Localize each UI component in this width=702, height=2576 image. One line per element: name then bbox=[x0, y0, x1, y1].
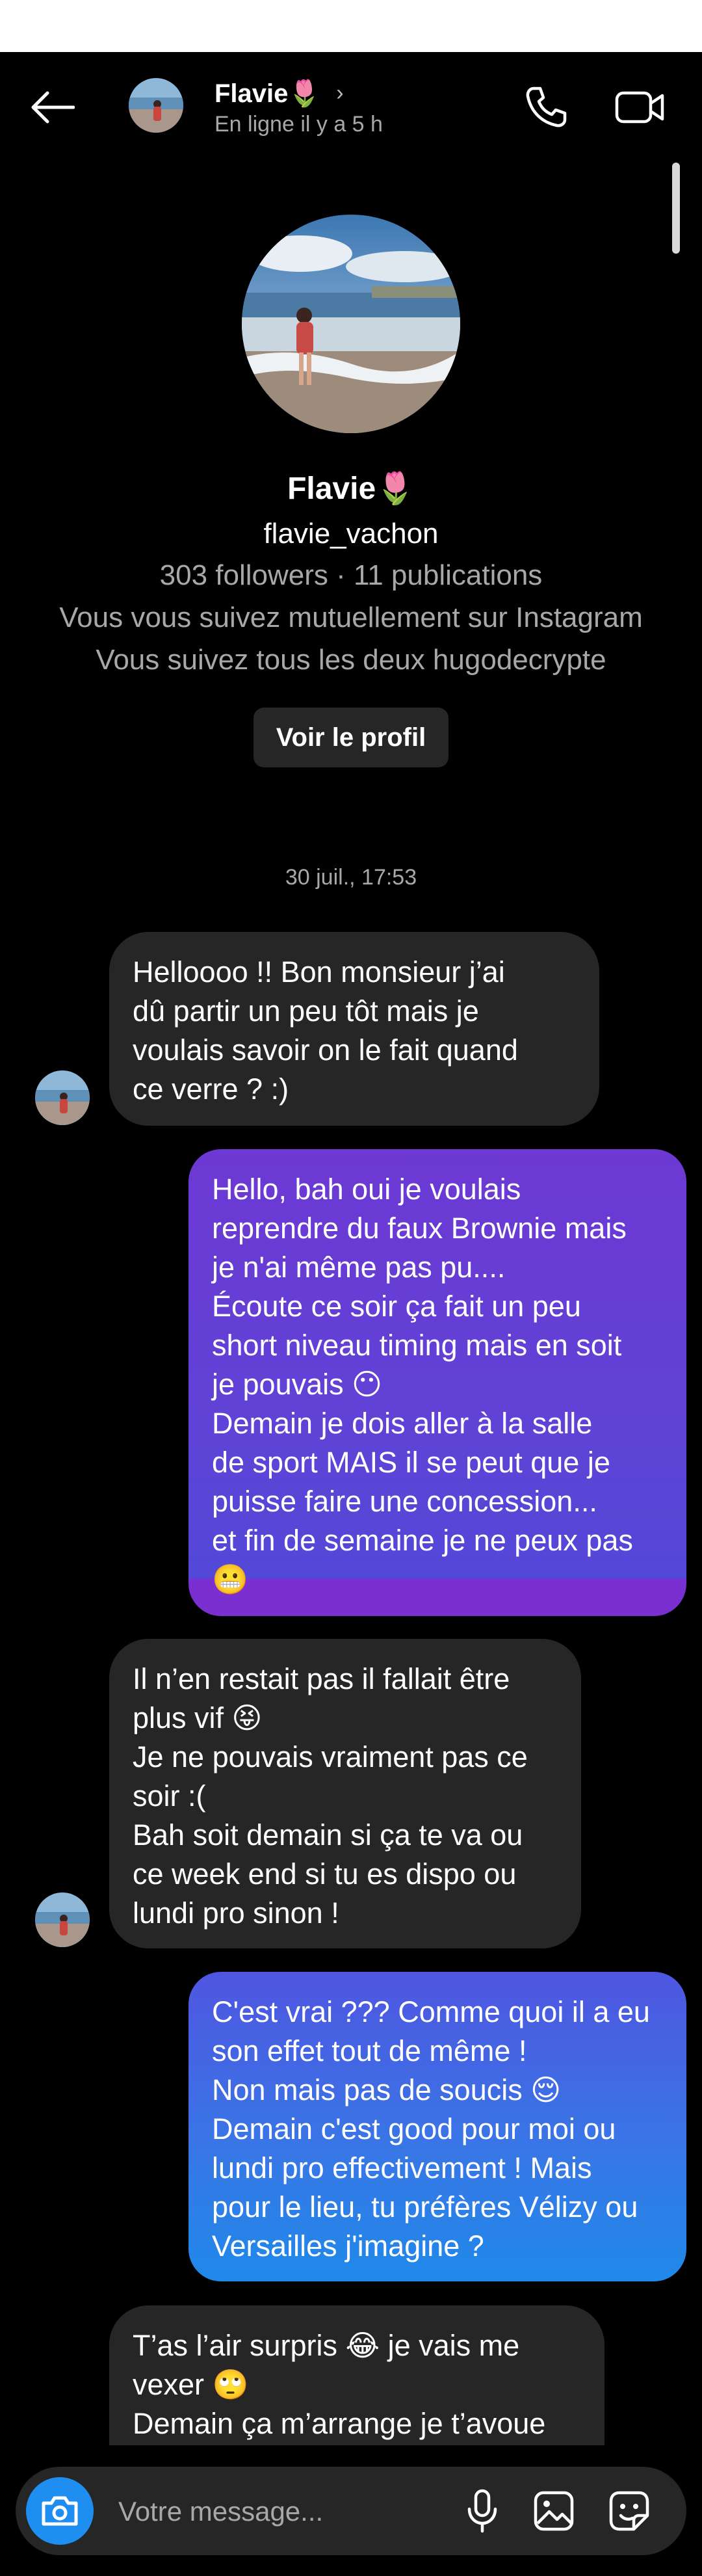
camera-icon bbox=[42, 2496, 78, 2526]
common-follow-text: Vous suivez tous les deux hugodecrypte bbox=[96, 644, 606, 676]
message-timestamp: 30 juil., 17:53 bbox=[285, 865, 417, 890]
sender-avatar[interactable] bbox=[35, 1892, 90, 1947]
profile-stats: 303 followers · 11 publications bbox=[159, 559, 543, 591]
message-composer bbox=[16, 2467, 686, 2555]
incoming-message[interactable]: Helloooo !! Bon monsieur j’ai dû partir … bbox=[109, 932, 599, 1126]
voice-message-button[interactable] bbox=[458, 2486, 507, 2536]
chat-header: Flavie🌷 › En ligne il y a 5 h bbox=[0, 52, 702, 163]
mutual-follow-text: Vous vous suivez mutuellement sur Instag… bbox=[59, 602, 643, 633]
phone-icon bbox=[526, 86, 567, 127]
video-call-button[interactable] bbox=[611, 85, 670, 130]
contact-name[interactable]: Flavie🌷 › bbox=[214, 78, 344, 109]
sender-avatar[interactable] bbox=[35, 1070, 90, 1125]
header-avatar[interactable] bbox=[129, 78, 183, 133]
call-button[interactable] bbox=[520, 85, 572, 130]
contact-name-text: Flavie🌷 bbox=[214, 79, 321, 108]
camera-button[interactable] bbox=[26, 2477, 94, 2545]
video-camera-icon bbox=[615, 91, 664, 124]
presence-status: En ligne il y a 5 h bbox=[214, 112, 383, 137]
back-arrow-icon bbox=[31, 91, 75, 124]
profile-username: flavie_vachon bbox=[263, 518, 439, 550]
image-icon bbox=[534, 2491, 574, 2531]
incoming-message[interactable]: Il n’en restait pas il fallait être plus… bbox=[109, 1639, 581, 1948]
gallery-button[interactable] bbox=[529, 2486, 578, 2536]
microphone-icon bbox=[467, 2489, 497, 2533]
sticker-button[interactable] bbox=[604, 2486, 654, 2536]
profile-name: Flavie🌷 bbox=[287, 471, 415, 506]
back-button[interactable] bbox=[26, 85, 78, 130]
chevron-right-icon: › bbox=[336, 81, 344, 105]
scrollbar[interactable] bbox=[672, 163, 680, 254]
message-input[interactable] bbox=[117, 2490, 445, 2533]
view-profile-button[interactable]: Voir le profil bbox=[254, 708, 448, 767]
status-bar bbox=[0, 0, 702, 52]
outgoing-message[interactable]: C'est vrai ??? Comme quoi il a eu son ef… bbox=[188, 1972, 686, 2281]
sticker-icon bbox=[609, 2491, 649, 2531]
profile-avatar[interactable] bbox=[242, 215, 460, 433]
outgoing-message[interactable]: Hello, bah oui je voulais reprendre du f… bbox=[188, 1149, 686, 1616]
